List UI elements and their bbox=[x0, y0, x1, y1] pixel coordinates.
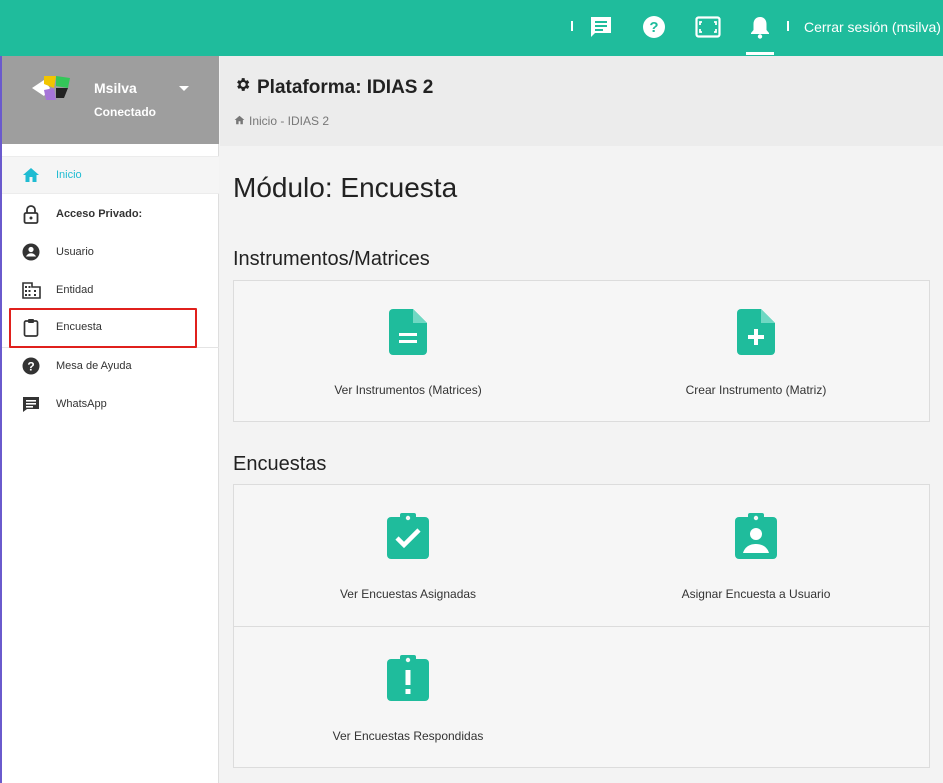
gear-icon bbox=[234, 76, 251, 99]
home-icon bbox=[234, 114, 245, 128]
sidebar-item-label: WhatsApp bbox=[56, 398, 107, 410]
ver-encuestas-asignadas-card[interactable]: Ver Encuestas Asignadas bbox=[234, 485, 582, 625]
sidebar-item-encuesta[interactable]: Encuesta bbox=[2, 308, 219, 346]
clipboard-icon bbox=[20, 316, 42, 338]
ver-encuestas-respondidas-card[interactable]: Ver Encuestas Respondidas bbox=[234, 627, 582, 767]
card-label: Crear Instrumento (Matriz) bbox=[685, 383, 827, 397]
building-icon bbox=[20, 279, 42, 301]
ver-instrumentos-card[interactable]: Ver Instrumentos (Matrices) bbox=[234, 281, 582, 421]
module-title: Módulo: Encuesta bbox=[233, 172, 458, 203]
svg-text:?: ? bbox=[649, 19, 658, 36]
platform-title-text: Plataforma: IDIAS 2 bbox=[257, 76, 434, 98]
svg-text:?: ? bbox=[27, 360, 34, 374]
asignar-encuesta-card[interactable]: Asignar Encuesta a Usuario bbox=[582, 485, 930, 625]
document-icon bbox=[386, 307, 430, 357]
clipboard-check-icon bbox=[386, 511, 430, 561]
instrumentos-card-group: Ver Instrumentos (Matrices) Crear Instru… bbox=[233, 280, 930, 422]
sidebar-item-label: Acceso Privado: bbox=[56, 208, 143, 220]
sidebar-item-label: Inicio bbox=[56, 169, 82, 181]
card-label: Ver Instrumentos (Matrices) bbox=[334, 383, 482, 397]
sidebar-item-inicio[interactable]: Inicio bbox=[2, 156, 219, 194]
separator bbox=[571, 21, 573, 31]
sidebar-item-acceso-privado: Acceso Privado: bbox=[2, 195, 219, 233]
user-status: Conectado bbox=[94, 105, 157, 119]
sidebar-item-entidad[interactable]: Entidad bbox=[2, 271, 219, 309]
chat-icon[interactable] bbox=[587, 13, 615, 41]
sidebar-item-label: Entidad bbox=[56, 284, 94, 296]
app-logo bbox=[32, 76, 70, 100]
home-icon bbox=[20, 164, 42, 186]
logout-link[interactable]: Cerrar sesión (msilva) bbox=[804, 19, 941, 35]
breadcrumb[interactable]: Inicio - IDIAS 2 bbox=[234, 114, 329, 128]
chevron-down-icon[interactable] bbox=[179, 86, 189, 91]
separator bbox=[787, 21, 789, 31]
sidebar-item-usuario[interactable]: Usuario bbox=[2, 233, 219, 271]
card-label: Ver Encuestas Asignadas bbox=[339, 587, 477, 601]
document-add-icon bbox=[734, 307, 778, 357]
sidebar-item-label: Usuario bbox=[56, 246, 94, 258]
message-icon bbox=[20, 393, 42, 415]
sidebar-item-label: Encuesta bbox=[56, 321, 102, 333]
sidebar-item-mesa-de-ayuda[interactable]: ? Mesa de Ayuda bbox=[2, 347, 219, 385]
section-title: Instrumentos/Matrices bbox=[233, 248, 430, 270]
sidebar: Msilva Conectado Inicio Acceso Privado: … bbox=[0, 56, 219, 783]
card-label: Asignar Encuesta a Usuario bbox=[681, 587, 831, 601]
page-header: Plataforma: IDIAS 2 Inicio - IDIAS 2 bbox=[220, 56, 943, 146]
sidebar-item-whatsapp[interactable]: WhatsApp bbox=[2, 385, 219, 423]
encuestas-card-group: Ver Encuestas Asignadas Asignar Encuesta… bbox=[233, 484, 930, 768]
clipboard-alert-icon bbox=[386, 653, 430, 703]
user-name: Msilva bbox=[94, 80, 137, 96]
lock-icon bbox=[20, 203, 42, 225]
active-indicator bbox=[746, 52, 774, 55]
help-icon[interactable]: ? bbox=[640, 13, 668, 41]
user-profile: Msilva Conectado bbox=[2, 56, 219, 144]
crear-instrumento-card[interactable]: Crear Instrumento (Matriz) bbox=[582, 281, 930, 421]
fullscreen-icon[interactable] bbox=[694, 13, 722, 41]
bell-icon[interactable] bbox=[746, 13, 774, 41]
section-title: Encuestas bbox=[233, 453, 327, 475]
clipboard-user-icon bbox=[734, 511, 778, 561]
breadcrumb-text[interactable]: Inicio - IDIAS 2 bbox=[249, 114, 329, 128]
top-bar: ? Cerrar sesión (msilva) bbox=[0, 0, 943, 56]
main-content: Plataforma: IDIAS 2 Inicio - IDIAS 2 Mód… bbox=[220, 56, 943, 783]
user-circle-icon bbox=[20, 241, 42, 263]
help-icon: ? bbox=[20, 355, 42, 377]
sidebar-item-label: Mesa de Ayuda bbox=[56, 360, 132, 372]
page-title: Plataforma: IDIAS 2 bbox=[234, 76, 433, 99]
card-label: Ver Encuestas Respondidas bbox=[332, 729, 484, 743]
